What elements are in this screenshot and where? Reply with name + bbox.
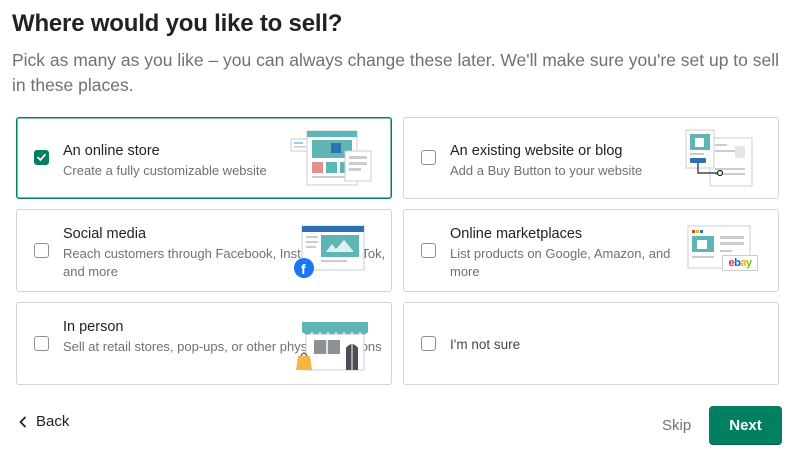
social-media-illustration-icon: f	[294, 225, 365, 278]
option-social-media[interactable]: Social media Reach customers through Fac…	[16, 209, 392, 292]
back-label: Back	[36, 413, 70, 430]
option-title: I'm not sure	[450, 337, 521, 352]
option-online-store[interactable]: An online store Create a fully customiza…	[16, 117, 392, 199]
option-title: An existing website or blog	[450, 143, 623, 159]
online-store-illustration-icon	[290, 130, 372, 186]
option-online-marketplaces[interactable]: Online marketplaces List products on Goo…	[403, 209, 779, 292]
checkbox-social-media[interactable]	[34, 243, 49, 258]
checkbox-in-person[interactable]	[34, 336, 49, 351]
chevron-left-icon	[19, 416, 26, 427]
checkbox-online-marketplaces[interactable]	[421, 243, 436, 258]
option-text: I'm not sure	[450, 336, 520, 354]
option-text: Online marketplaces List products on Goo…	[450, 225, 680, 281]
checkbox-online-store[interactable]	[34, 150, 49, 165]
page-subtitle: Pick as many as you like – you can alway…	[12, 50, 780, 95]
option-description: Add a Buy Button to your website	[450, 163, 643, 178]
option-description: List products on Google, Amazon, and mor…	[450, 246, 671, 279]
checkmark-icon	[37, 153, 46, 161]
back-button[interactable]: Back	[18, 413, 69, 430]
storefront-illustration-icon	[296, 322, 368, 371]
option-in-person[interactable]: In person Sell at retail stores, pop-ups…	[16, 302, 392, 385]
svg-text:f: f	[301, 261, 306, 277]
option-existing-website[interactable]: An existing website or blog Add a Buy Bu…	[403, 117, 779, 199]
checkbox-existing-website[interactable]	[421, 150, 436, 165]
option-text: An online store Create a fully customiza…	[63, 142, 267, 180]
option-not-sure[interactable]: I'm not sure	[403, 302, 779, 385]
page-title: Where would you like to sell?	[12, 10, 343, 37]
option-description: Create a fully customizable website	[63, 163, 267, 178]
next-button[interactable]: Next	[709, 406, 782, 445]
option-text: An existing website or blog Add a Buy Bu…	[450, 142, 642, 180]
website-blog-illustration-icon	[685, 129, 753, 187]
skip-button[interactable]: Skip	[662, 417, 691, 434]
ebay-badge-icon: ebay	[722, 255, 758, 271]
option-title: Online marketplaces	[450, 226, 583, 242]
option-title: An online store	[63, 143, 160, 159]
checkbox-not-sure[interactable]	[421, 336, 436, 351]
